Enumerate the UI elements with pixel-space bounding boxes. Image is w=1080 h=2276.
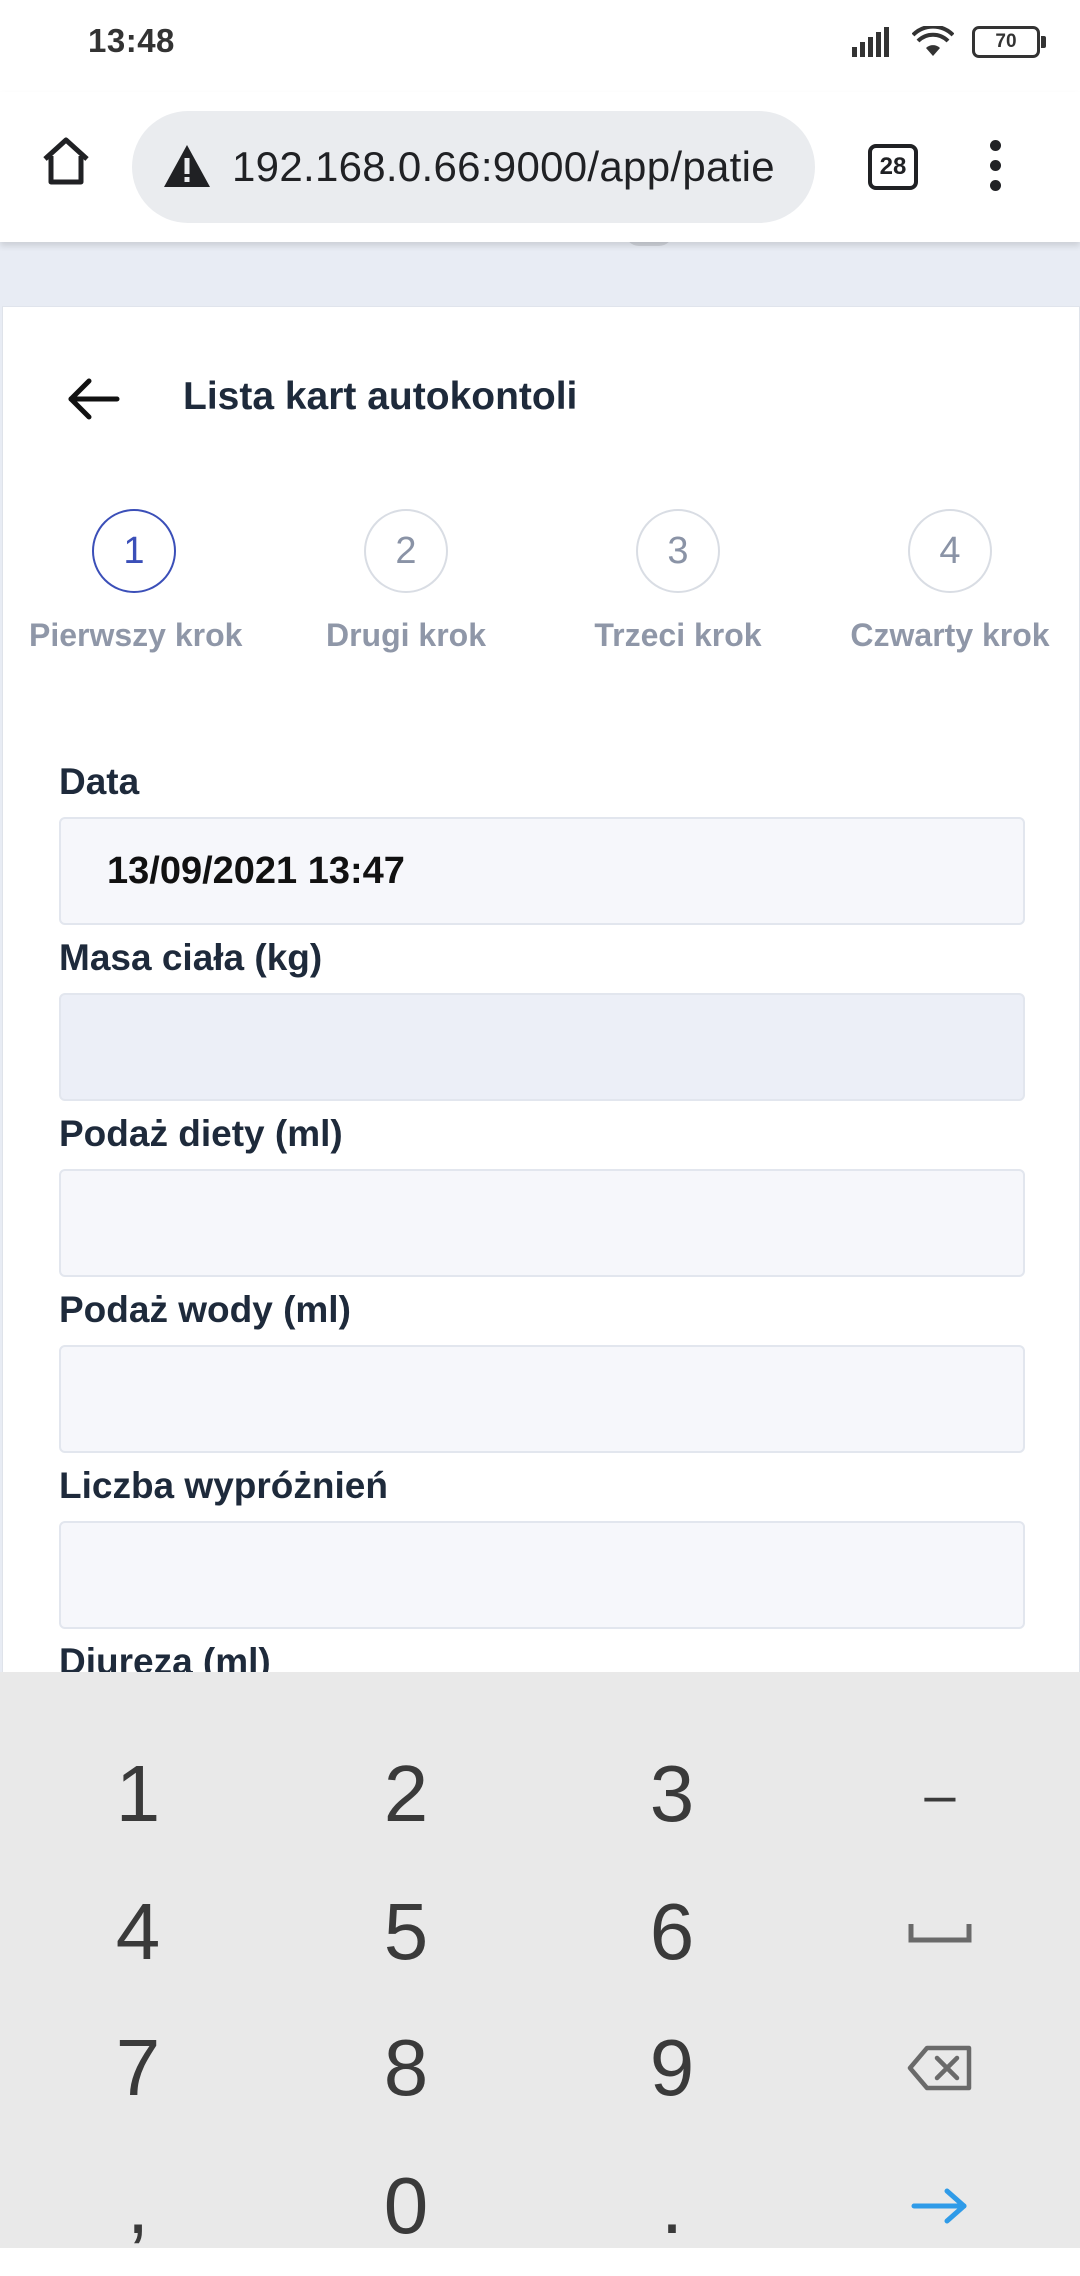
- step-4-label: Czwarty krok: [850, 617, 1050, 653]
- url-text[interactable]: 192.168.0.66:9000/app/patie: [232, 111, 775, 223]
- diet-intake-field[interactable]: [59, 1169, 1025, 1277]
- status-bar: 13:48 70: [0, 0, 1080, 92]
- battery-icon: 70: [972, 26, 1046, 58]
- numeric-keyboard: 1 2 3 – 4 5 6 7 8 9 , 0 .: [0, 1672, 1080, 2250]
- water-intake-field[interactable]: [59, 1345, 1025, 1453]
- key-0[interactable]: 0: [271, 2136, 541, 2276]
- step-1-label: Pierwszy krok: [29, 617, 243, 653]
- step-4[interactable]: 4 Czwarty krok: [845, 509, 1055, 654]
- body-mass-field[interactable]: [59, 993, 1025, 1101]
- step-1-circle[interactable]: 1: [92, 509, 176, 593]
- key-9[interactable]: 9: [537, 1998, 807, 2138]
- step-2[interactable]: 2 Drugi krok: [301, 509, 511, 654]
- date-label: Data: [59, 761, 140, 802]
- key-5[interactable]: 5: [271, 1862, 541, 2002]
- step-3-circle[interactable]: 3: [636, 509, 720, 593]
- arrow-right-icon: [911, 2188, 967, 2224]
- bowel-movements-label: Liczba wypróżnień: [59, 1465, 388, 1506]
- step-2-label: Drugi krok: [325, 617, 487, 653]
- water-intake-label: Podaż wody (ml): [59, 1289, 351, 1330]
- browser-toolbar: 192.168.0.66:9000/app/patie 28: [0, 92, 1080, 242]
- key-4[interactable]: 4: [3, 1862, 273, 2002]
- body-mass-label: Masa ciała (kg): [59, 937, 323, 978]
- key-1[interactable]: 1: [3, 1724, 273, 1864]
- overflow-menu-icon[interactable]: [985, 140, 1005, 196]
- key-space[interactable]: [805, 1862, 1075, 2002]
- step-4-circle[interactable]: 4: [908, 509, 992, 593]
- warning-icon[interactable]: [162, 143, 212, 189]
- bowel-movements-field[interactable]: [59, 1521, 1025, 1629]
- diet-intake-label: Podaż diety (ml): [59, 1113, 343, 1154]
- wifi-icon: [912, 26, 954, 56]
- key-minus[interactable]: –: [805, 1724, 1075, 1864]
- tab-switcher-button[interactable]: 28: [868, 144, 918, 190]
- date-field[interactable]: [59, 817, 1025, 925]
- backspace-icon: [907, 2045, 972, 2091]
- key-period[interactable]: .: [537, 2136, 807, 2276]
- space-icon: [908, 1924, 972, 1943]
- key-2[interactable]: 2: [271, 1724, 541, 1864]
- key-3[interactable]: 3: [537, 1724, 807, 1864]
- key-8[interactable]: 8: [271, 1998, 541, 2138]
- step-3-label: Trzeci krok: [594, 617, 762, 653]
- step-3[interactable]: 3 Trzeci krok: [573, 509, 783, 654]
- address-bar[interactable]: 192.168.0.66:9000/app/patie: [132, 111, 815, 223]
- form-card: Lista kart autokontoli 1 Pierwszy krok 2…: [2, 306, 1080, 1682]
- status-icons: 70: [852, 26, 1046, 58]
- enter-key[interactable]: [805, 2136, 1075, 2276]
- page-title: Lista kart autokontoli: [183, 375, 578, 418]
- step-2-circle[interactable]: 2: [364, 509, 448, 593]
- tab-count: 28: [879, 153, 907, 180]
- signal-icon: [852, 27, 889, 57]
- key-7[interactable]: 7: [3, 1998, 273, 2138]
- battery-level: 70: [995, 31, 1017, 52]
- key-6[interactable]: 6: [537, 1862, 807, 2002]
- status-time: 13:48: [88, 22, 175, 59]
- back-arrow-icon[interactable]: [65, 371, 121, 427]
- home-icon[interactable]: [40, 135, 92, 187]
- key-backspace[interactable]: [805, 1998, 1075, 2138]
- key-comma[interactable]: ,: [3, 2136, 273, 2276]
- step-1[interactable]: 1 Pierwszy krok: [29, 509, 243, 654]
